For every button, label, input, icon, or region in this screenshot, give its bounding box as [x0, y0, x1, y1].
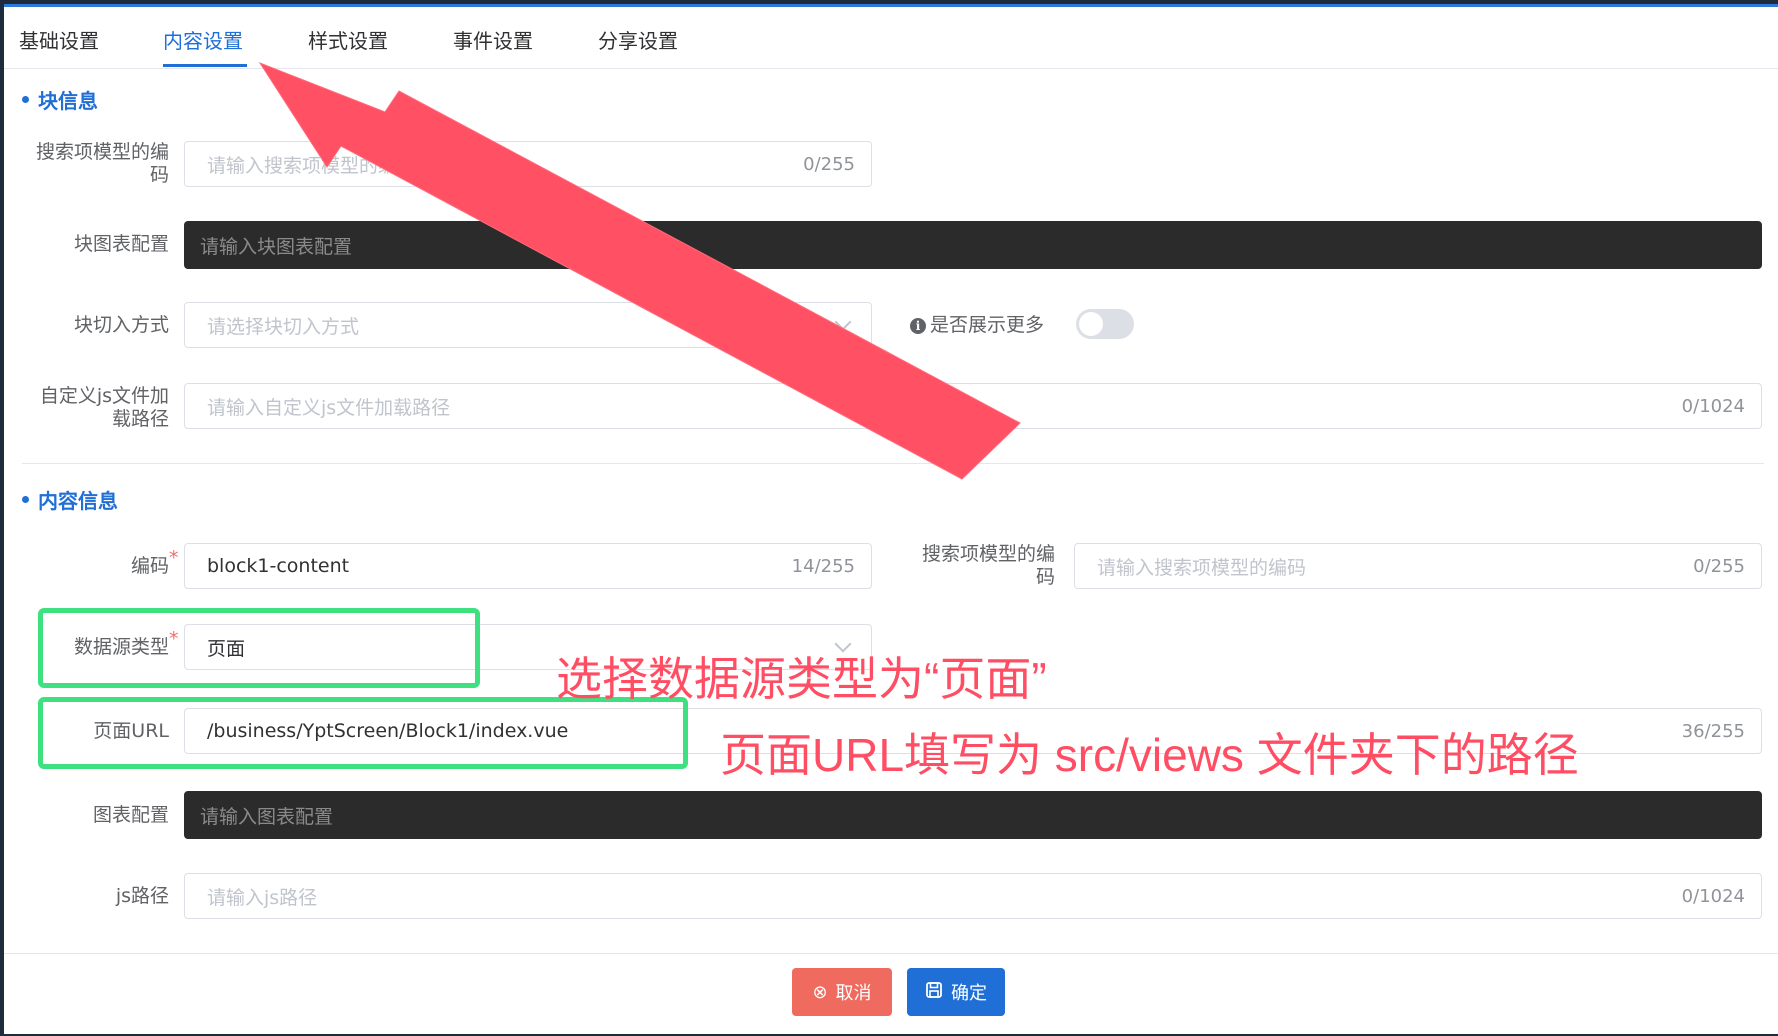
label-chart-config: 图表配置 [92, 804, 169, 826]
floppy-disk-icon [925, 981, 943, 1004]
char-counter: 0/1024 [1681, 395, 1745, 417]
section-title-block-info: 块信息 [22, 85, 98, 114]
footer-divider [4, 953, 1778, 954]
char-counter: 14/255 [791, 555, 855, 577]
annotation-note-page-url: 页面URL填写为 src/views 文件夹下的路径 [720, 729, 1579, 781]
section-title-text: 块信息 [38, 89, 98, 113]
custom-js-path-input[interactable]: 请输入自定义js文件加载路径 0/1024 [184, 383, 1762, 429]
tab-content-settings[interactable]: 内容设置 [163, 25, 243, 54]
tab-event-settings[interactable]: 事件设置 [453, 25, 533, 54]
char-counter: 0/255 [1693, 555, 1745, 577]
label-code: 编码 [130, 555, 169, 577]
label-search-model-code: 搜索项模型的编 码 [35, 141, 169, 186]
search-model-code-input[interactable]: 请输入搜索项模型的编码 0/255 [184, 141, 872, 187]
chevron-down-icon [834, 313, 852, 331]
section-divider [22, 463, 1764, 464]
close-circle-icon: ⊗ [812, 981, 828, 1003]
char-counter: 36/255 [1681, 720, 1745, 742]
char-counter: 0/1024 [1681, 885, 1745, 907]
annotation-box-data-source [38, 608, 480, 688]
content-search-model-code-input[interactable]: 请输入搜索项模型的编码 0/255 [1074, 543, 1762, 589]
tab-basic-settings[interactable]: 基础设置 [19, 25, 99, 54]
tab-share-settings[interactable]: 分享设置 [598, 25, 678, 54]
annotation-note-data-source: 选择数据源类型为“页面” [556, 653, 1047, 705]
label-js-path: js路径 [115, 885, 169, 907]
label-content-search-model-code: 搜索项模型的编 码 [921, 543, 1055, 588]
block-switch-mode-select[interactable]: 请选择块切入方式 [184, 302, 872, 348]
bullet-dot-icon [22, 96, 29, 103]
block-chart-config-editor[interactable]: 请输入块图表配置 [184, 221, 1762, 269]
label-custom-js-path: 自定义js文件加 载路径 [39, 385, 169, 430]
code-input[interactable]: block1-content 14/255 [184, 543, 872, 589]
toggle-knob [1079, 312, 1103, 336]
active-tab-indicator [163, 64, 247, 67]
section-title-text: 内容信息 [38, 489, 118, 513]
section-title-content-info: 内容信息 [22, 485, 118, 514]
label-show-more: i 是否展示更多 [910, 314, 1044, 337]
show-more-toggle[interactable] [1076, 309, 1134, 339]
settings-dialog: 基础设置 内容设置 样式设置 事件设置 分享设置 块信息 搜索项模型的编 码 请… [4, 4, 1778, 1034]
confirm-button[interactable]: 确定 [907, 968, 1005, 1016]
tab-bar: 基础设置 内容设置 样式设置 事件设置 分享设置 [4, 7, 1778, 69]
chart-config-editor[interactable]: 请输入图表配置 [184, 791, 1762, 839]
bullet-dot-icon [22, 496, 29, 503]
label-block-switch-mode: 块切入方式 [73, 314, 169, 336]
cancel-button[interactable]: ⊗ 取消 [792, 968, 892, 1016]
char-counter: 0/255 [803, 153, 855, 175]
tab-style-settings[interactable]: 样式设置 [308, 25, 388, 54]
info-icon: i [910, 317, 926, 334]
label-block-chart-config: 块图表配置 [73, 233, 169, 255]
required-asterisk: * [169, 547, 179, 569]
js-path-input[interactable]: 请输入js路径 0/1024 [184, 873, 1762, 919]
